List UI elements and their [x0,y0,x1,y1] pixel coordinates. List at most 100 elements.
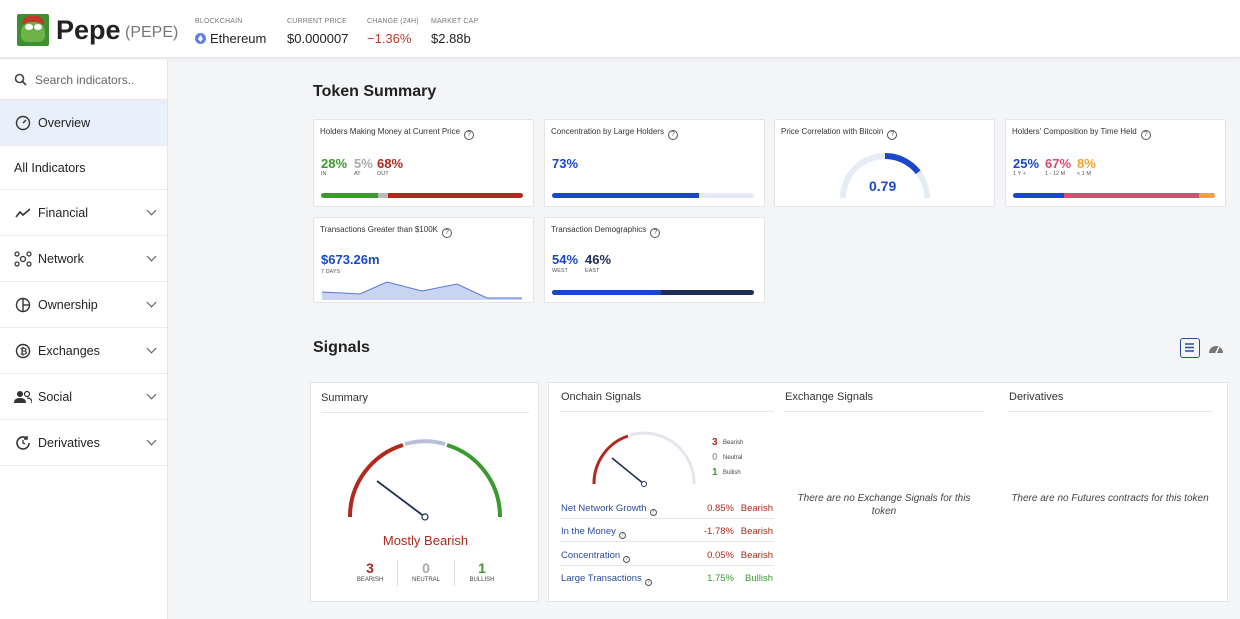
help-icon[interactable]: ? [887,130,898,140]
sidebar-item-ownership[interactable]: Ownership [0,282,167,328]
signal-name[interactable]: Concentration [561,550,620,561]
signal-status: Bearish [740,503,773,514]
composition-l1: 1 Y + [1013,171,1026,177]
transactions-value: $673.26m [321,252,380,267]
concentration-fill [552,193,700,198]
sidebar-item-label: Overview [38,115,91,130]
correlation-card[interactable]: Price Correlation with Bitcoin? 0.79 [774,119,995,207]
pepe-logo [17,14,49,46]
sidebar-item-financial[interactable]: Financial [0,190,167,236]
signal-status: Bearish [740,550,773,561]
token-header: Pepe (PEPE) BLOCKCHAIN Ethereum CURRENT … [0,0,1240,58]
summary-gauge [347,439,503,521]
derivatives-title[interactable]: Derivatives [1009,391,1063,403]
help-icon[interactable]: ? [464,130,475,140]
sidebar-item-label: Financial [38,205,89,220]
transactions-sparkline [322,281,522,300]
sidebar-item-social[interactable]: Social [0,374,167,420]
help-icon[interactable]: ? [442,228,452,238]
east-value: 46% [585,252,612,267]
in-segment [321,193,378,198]
demographics-bar [552,290,754,295]
card-title: Price Correlation with Bitcoin [781,127,884,136]
card-title: Transactions Greater than $100K [320,225,438,234]
chevron-down-icon [146,205,157,216]
signal-row[interactable]: Concentration? 0.05% Bearish [560,544,774,566]
composition-seg-1 [1013,193,1064,198]
gauge-icon [14,114,32,132]
summary-bullish-count: 1 [478,560,486,576]
signal-name[interactable]: Large Transactions [561,573,642,584]
demographics-card[interactable]: Transaction Demographics? 54% 46% WEST E… [544,217,765,303]
holders-money-card[interactable]: Holders Making Money at Current Price? 2… [313,119,534,207]
exchange-signals-title[interactable]: Exchange Signals [785,391,873,403]
sidebar-item-derivatives[interactable]: Derivatives [0,420,167,466]
chevron-down-icon [146,435,157,446]
token-summary-title: Token Summary [313,83,437,100]
mcap-meta: MARKET CAP $2.88b [431,18,478,46]
sidebar-item-label: Derivatives [38,435,100,450]
change-label: CHANGE (24H) [367,18,419,25]
summary-neutral-count: 0 [422,560,430,576]
composition-l2: 1 - 12 M [1045,171,1066,177]
chart-line-icon [14,204,32,222]
help-icon[interactable]: ? [644,579,652,586]
composition-card[interactable]: Holders' Composition by Time Held? 25% 6… [1005,119,1226,207]
at-label: AT [354,171,361,177]
help-icon[interactable]: ? [667,130,678,140]
chevron-down-icon [146,251,157,262]
help-icon[interactable]: ? [618,532,626,539]
summary-bearish-count: 3 [366,560,374,576]
holders-money-bar [321,193,523,198]
refresh-icon [14,434,32,452]
composition-v2: 67% [1045,156,1072,171]
onchain-neutral-count: 0 [712,452,718,463]
composition-v1: 25% [1013,156,1040,171]
card-title: Transaction Demographics [551,225,647,234]
summary-neutral-label: NEUTRAL [411,577,440,583]
signal-row[interactable]: Net Network Growth? 0.85% Bearish [560,497,774,519]
mcap-value: $2.88b [431,31,471,46]
composition-l3: < 1 M [1077,171,1091,177]
large-transactions-card[interactable]: Transactions Greater than $100K? $673.26… [313,217,534,303]
out-label: OUT [377,171,389,177]
help-icon[interactable]: ? [649,509,657,516]
out-value: 68% [377,156,404,171]
onchain-title[interactable]: Onchain Signals [561,391,641,403]
signal-row[interactable]: In the Money? -1.78% Bearish [560,520,774,542]
at-segment [377,193,388,198]
concentration-value: 73% [552,156,579,171]
concentration-card[interactable]: Concentration by Large Holders? 73% [544,119,765,207]
summary-title: Summary [321,392,369,404]
help-icon[interactable]: ? [650,228,661,238]
onchain-bullish-label: Bullish [723,470,741,476]
onchain-neutral-label: Neutral [723,455,743,461]
chevron-down-icon [146,297,157,308]
card-title: Holders' Composition by Time Held [1012,127,1137,136]
concentration-bar [552,193,754,198]
token-name: Pepe [56,15,121,45]
west-label: WEST [552,268,568,274]
east-label: EAST [585,268,600,274]
signal-row[interactable]: Large Transactions? 1.75% Bullish [560,567,774,589]
list-view-button[interactable] [1180,338,1200,358]
help-icon[interactable]: ? [623,556,631,563]
sidebar-item-label: Social [38,389,73,404]
sidebar-item-overview[interactable]: Overview [0,100,167,146]
sidebar-item-label: Exchanges [38,343,100,358]
price-value: $0.000007 [287,31,349,46]
search-input[interactable]: Search indicators.. [35,73,134,87]
gauge-view-icon[interactable] [1208,341,1224,355]
sidebar-item-network[interactable]: Network [0,236,167,282]
signal-name[interactable]: Net Network Growth [561,503,647,514]
pie-icon [14,296,32,314]
help-icon[interactable]: ? [1140,130,1151,140]
in-value: 28% [321,156,348,171]
price-label: CURRENT PRICE [287,18,348,25]
signal-pct: 1.75% [707,573,734,584]
sidebar-item-exchanges[interactable]: ₿ Exchanges [0,328,167,374]
signal-name[interactable]: In the Money [561,526,616,537]
card-title: Holders Making Money at Current Price [320,127,461,136]
bitcoin-icon: ₿ [14,342,32,360]
search-box[interactable]: Search indicators.. [0,60,167,100]
